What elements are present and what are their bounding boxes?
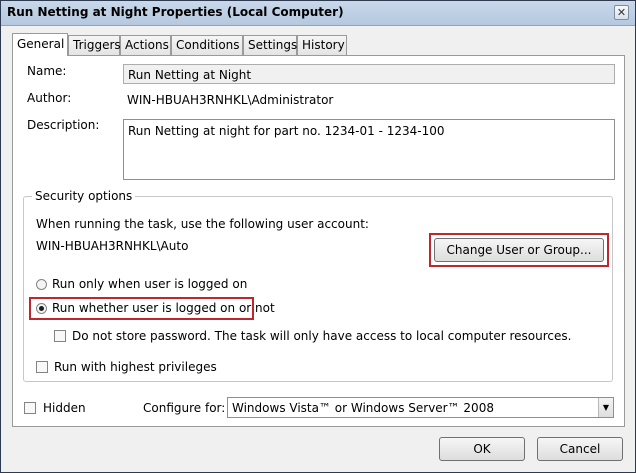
description-field[interactable]: Run Netting at night for part no. 1234-0…: [123, 119, 615, 180]
author-label: Author:: [27, 91, 72, 105]
dropdown-arrow-icon[interactable]: ▼: [598, 398, 613, 417]
tab-history[interactable]: History: [297, 35, 347, 55]
tab-general[interactable]: General: [12, 33, 68, 56]
security-options-legend: Security options: [32, 189, 136, 203]
title-bar[interactable]: Run Netting at Night Properties (Local C…: [1, 1, 635, 26]
no-store-password-checkbox[interactable]: [54, 330, 66, 342]
tab-triggers[interactable]: Triggers: [68, 35, 121, 55]
general-panel: Name: Run Netting at Night Author: WIN-H…: [12, 55, 625, 427]
author-value: WIN-HBUAH3RNHKL\Administrator: [127, 93, 334, 107]
radio-whether-logged-on[interactable]: [36, 303, 47, 314]
highest-privileges-checkbox[interactable]: [36, 361, 48, 373]
radio-logged-on-label[interactable]: Run only when user is logged on: [52, 277, 247, 291]
configure-for-label: Configure for:: [143, 401, 226, 415]
security-options-group: Security options When running the task, …: [23, 189, 613, 382]
tab-settings[interactable]: Settings: [243, 35, 297, 55]
radio-logged-on[interactable]: [36, 279, 47, 290]
hidden-checkbox[interactable]: [24, 402, 36, 414]
highest-privileges-label[interactable]: Run with highest privileges: [54, 360, 217, 374]
properties-dialog: Run Netting at Night Properties (Local C…: [0, 0, 636, 473]
account-value: WIN-HBUAH3RNHKL\Auto: [36, 239, 189, 253]
tab-conditions[interactable]: Conditions: [171, 35, 243, 55]
change-user-button[interactable]: Change User or Group...: [434, 238, 604, 262]
account-prompt: When running the task, use the following…: [36, 217, 369, 231]
name-field[interactable]: Run Netting at Night: [123, 64, 615, 84]
tab-actions[interactable]: Actions: [120, 35, 171, 55]
configure-for-value: Windows Vista™ or Windows Server™ 2008: [232, 401, 494, 415]
name-label: Name:: [27, 64, 67, 78]
close-icon: ✕: [616, 6, 627, 19]
ok-button[interactable]: OK: [439, 437, 525, 461]
cancel-button[interactable]: Cancel: [537, 437, 623, 461]
no-store-password-label[interactable]: Do not store password. The task will onl…: [72, 329, 571, 343]
radio-selected-dot: [39, 306, 44, 311]
radio-whether-label[interactable]: Run whether user is logged on or not: [52, 301, 275, 315]
close-button[interactable]: ✕: [614, 5, 629, 20]
hidden-label[interactable]: Hidden: [43, 401, 86, 415]
window-title: Run Netting at Night Properties (Local C…: [7, 5, 344, 19]
description-label: Description:: [27, 118, 100, 132]
configure-for-select[interactable]: Windows Vista™ or Windows Server™ 2008 ▼: [227, 397, 614, 418]
